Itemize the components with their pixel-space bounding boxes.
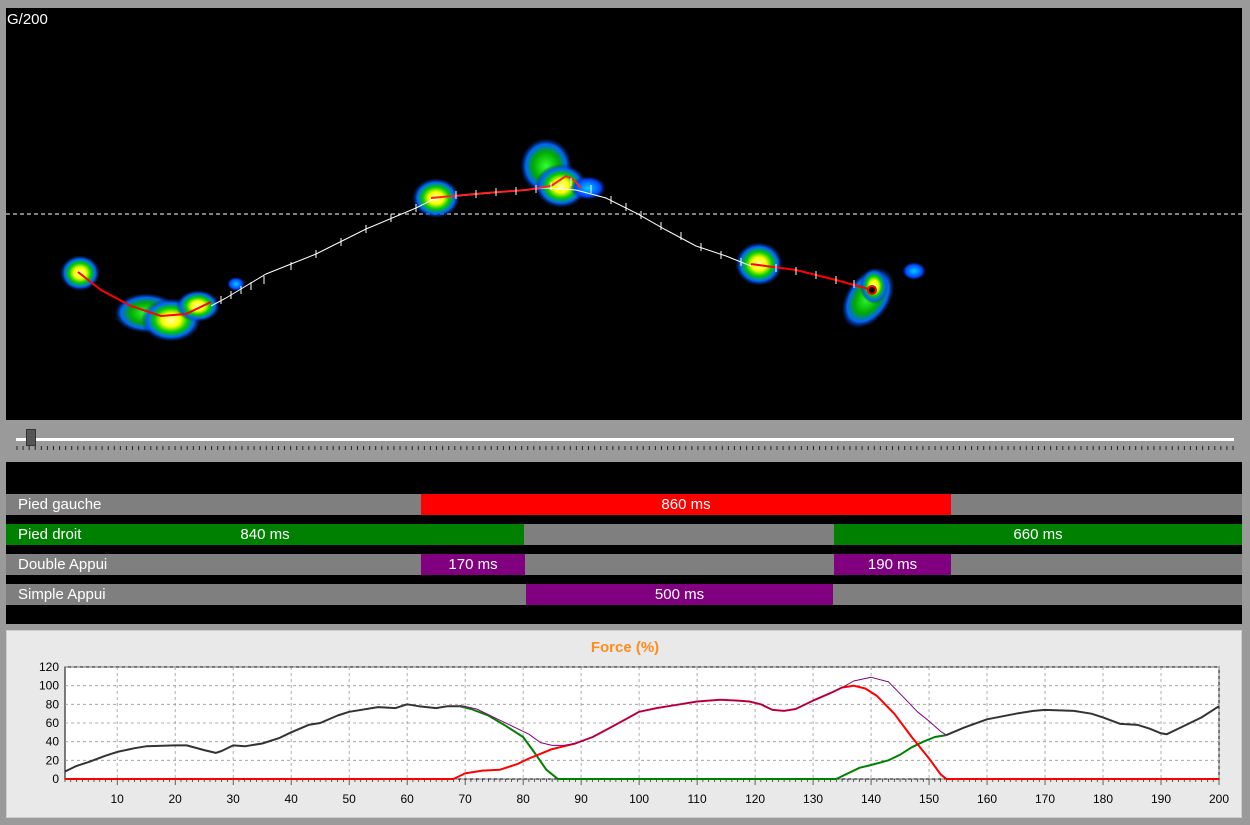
x-tick-label: 10 bbox=[111, 792, 125, 806]
slider-track[interactable] bbox=[16, 438, 1234, 441]
footprint-left-3 bbox=[841, 262, 926, 329]
y-tick-label: 80 bbox=[46, 697, 60, 711]
phase-row-pied-gauche: Pied gauche 860 ms bbox=[6, 494, 1242, 515]
x-tick-label: 40 bbox=[284, 792, 298, 806]
x-tick-label: 60 bbox=[400, 792, 414, 806]
x-tick-label: 30 bbox=[226, 792, 240, 806]
timeline-slider[interactable] bbox=[6, 424, 1242, 458]
phase-label: Simple Appui bbox=[18, 586, 106, 603]
force-chart-panel: Force (%) 0 20 40 60 80 100 120 10 20 30 40 50 60 70 8… bbox=[6, 630, 1242, 818]
phase-segment: 660 ms bbox=[834, 524, 1242, 545]
x-tick-label: 80 bbox=[516, 792, 530, 806]
phase-label: Pied gauche bbox=[18, 496, 102, 513]
x-tick-label: 150 bbox=[919, 792, 939, 806]
force-chart: 0 20 40 60 80 100 120 10 20 30 40 50 60 70 80 90 100 110 1… bbox=[39, 660, 1229, 806]
phase-segment: 170 ms bbox=[421, 554, 525, 575]
y-tick-label: 60 bbox=[46, 716, 60, 730]
x-tick-label: 170 bbox=[1035, 792, 1055, 806]
y-tick-label: 20 bbox=[46, 753, 60, 767]
frame-counter-label: G/200 bbox=[7, 11, 48, 28]
x-tick-label: 180 bbox=[1093, 792, 1113, 806]
x-tick-label: 120 bbox=[745, 792, 765, 806]
phase-row-pied-droit: 840 ms Pied droit 660 ms bbox=[6, 524, 1242, 545]
gait-phase-panel: Pied gauche 860 ms 840 ms Pied droit 660… bbox=[6, 462, 1242, 624]
phase-segment: 500 ms bbox=[526, 584, 833, 605]
x-tick-label: 100 bbox=[629, 792, 649, 806]
x-tick-label: 200 bbox=[1209, 792, 1229, 806]
phase-label: Pied droit bbox=[18, 526, 82, 543]
y-tick-label: 0 bbox=[52, 772, 59, 786]
phase-row-simple-appui: Simple Appui 500 ms bbox=[6, 584, 1242, 605]
x-tick-label: 190 bbox=[1151, 792, 1171, 806]
phase-segment: 860 ms bbox=[421, 494, 951, 515]
x-tick-label: 90 bbox=[574, 792, 588, 806]
phase-row-double-appui: Double Appui 170 ms 190 ms bbox=[6, 554, 1242, 575]
x-tick-label: 20 bbox=[169, 792, 183, 806]
y-tick-label: 40 bbox=[46, 735, 60, 749]
phase-label: Double Appui bbox=[18, 556, 108, 573]
cop-trace-3-ticks bbox=[775, 264, 855, 288]
gait-path bbox=[210, 187, 752, 307]
x-tick-label: 160 bbox=[977, 792, 997, 806]
pressure-analysis-window: G/200 Pied gauche 860 ms 840 ms Pied dro… bbox=[0, 0, 1250, 825]
slider-thumb[interactable] bbox=[26, 429, 36, 446]
footprint-left-1 bbox=[60, 255, 245, 342]
x-tick-label: 50 bbox=[342, 792, 356, 806]
y-tick-label: 120 bbox=[39, 660, 59, 674]
phase-segment: 840 ms bbox=[6, 524, 524, 545]
cop-current-point bbox=[867, 285, 877, 295]
x-tick-label: 140 bbox=[861, 792, 881, 806]
y-tick-label: 100 bbox=[39, 679, 59, 693]
footprint-left-2 bbox=[520, 138, 606, 208]
gait-path-ticks bbox=[220, 196, 742, 304]
x-tick-label: 110 bbox=[688, 792, 707, 806]
pressure-heatmap-panel[interactable]: G/200 bbox=[6, 8, 1242, 420]
x-tick-label: 70 bbox=[458, 792, 472, 806]
x-tick-label: 130 bbox=[803, 792, 823, 806]
slider-ticks bbox=[16, 446, 1234, 450]
phase-segment: 190 ms bbox=[834, 554, 951, 575]
pressure-heatmap bbox=[6, 138, 1242, 342]
